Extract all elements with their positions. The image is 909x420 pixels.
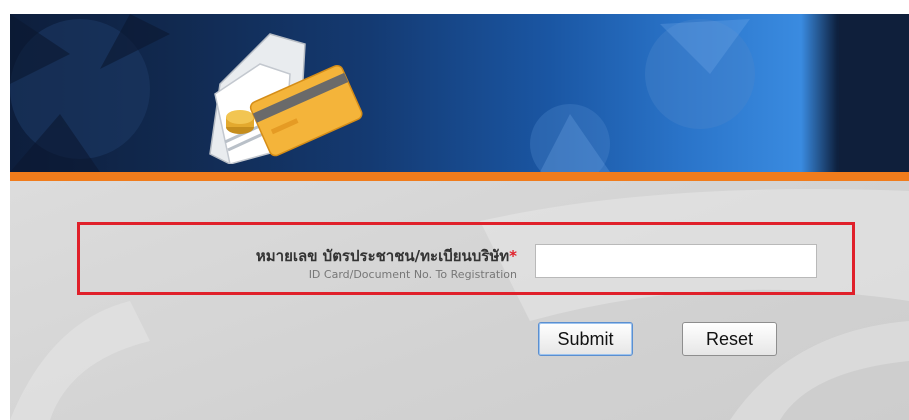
id-label-english: ID Card/Document No. To Registration [308, 268, 517, 281]
page-frame [10, 14, 909, 420]
banner-decoration [10, 14, 909, 172]
form-panel [10, 181, 909, 420]
submit-button[interactable]: Submit [538, 322, 633, 356]
orange-divider [10, 172, 909, 181]
credit-card-icon [209, 33, 363, 164]
banner-right-panel [839, 14, 909, 172]
id-card-input[interactable] [535, 244, 817, 278]
id-label-thai-text: หมายเลข บัตรประชาชน/ทะเบียนบริษัท [255, 247, 510, 265]
reset-button[interactable]: Reset [682, 322, 777, 356]
panel-decoration [10, 189, 909, 420]
id-label-thai: หมายเลข บัตรประชาชน/ทะเบียนบริษัท* [256, 244, 517, 268]
required-mark: * [509, 247, 517, 265]
header-banner [10, 14, 909, 172]
